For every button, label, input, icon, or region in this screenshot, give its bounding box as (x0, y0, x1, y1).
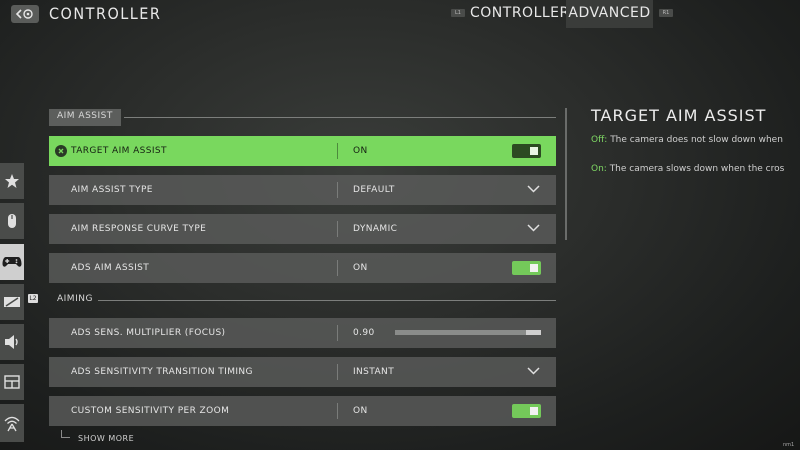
setting-label: ADS SENSITIVITY TRANSITION TIMING (71, 367, 253, 377)
section-aim-assist: AIM ASSIST (49, 109, 121, 126)
setting-aim-response-curve-type[interactable]: AIM RESPONSE CURVE TYPE DYNAMIC (49, 214, 556, 244)
chevron-down-icon[interactable] (527, 367, 540, 375)
sidebar-item-audio[interactable] (0, 324, 24, 360)
detail-off-description: Off: The camera does not slow down when (591, 135, 783, 145)
row-divider (337, 182, 338, 198)
row-divider (337, 221, 338, 237)
sidebar-item-network[interactable] (0, 404, 24, 442)
speaker-icon (5, 335, 18, 349)
toggle-knob (530, 407, 538, 415)
toggle-switch[interactable] (512, 261, 541, 275)
scrollbar[interactable] (565, 108, 567, 240)
section-aiming: AIMING (57, 294, 93, 304)
back-icon (15, 9, 33, 19)
setting-value: ON (353, 146, 368, 156)
interface-icon (4, 375, 20, 389)
setting-value: DYNAMIC (353, 224, 398, 234)
row-divider (337, 260, 338, 276)
sidebar-item-controller[interactable] (0, 244, 24, 280)
back-button[interactable] (11, 5, 39, 23)
setting-target-aim-assist[interactable]: TARGET AIM ASSIST ON (49, 136, 556, 166)
toggle-switch[interactable] (512, 404, 541, 418)
setting-label: ADS AIM ASSIST (71, 263, 150, 273)
detail-off-text: The camera does not slow down when (607, 135, 783, 145)
setting-label: AIM ASSIST TYPE (71, 185, 153, 195)
setting-custom-sensitivity-per-zoom[interactable]: CUSTOM SENSITIVITY PER ZOOM ON (49, 396, 556, 426)
sidebar-item-mouse[interactable] (0, 203, 24, 239)
corner-label: nm1 (783, 442, 795, 448)
setting-ads-transition-timing[interactable]: ADS SENSITIVITY TRANSITION TIMING INSTAN… (49, 357, 556, 387)
toggle-knob (530, 147, 538, 155)
chevron-down-icon[interactable] (527, 224, 540, 232)
tab-hint-r1: R1 (659, 9, 673, 17)
section-divider (98, 300, 556, 301)
sidebar-item-favorites[interactable] (0, 163, 24, 199)
setting-ads-aim-assist[interactable]: ADS AIM ASSIST ON (49, 253, 556, 283)
setting-label: CUSTOM SENSITIVITY PER ZOOM (71, 406, 230, 416)
selected-check-icon (55, 145, 67, 157)
sidebar-badge-l2: L2 (28, 294, 38, 303)
show-more-link[interactable]: SHOW MORE (78, 434, 134, 443)
setting-value: ON (353, 406, 368, 416)
page-title: CONTROLLER (49, 4, 162, 23)
toggle-knob (530, 264, 538, 272)
show-more-bracket (61, 430, 70, 438)
sidebar-item-interface[interactable] (0, 364, 24, 400)
setting-value: ON (353, 263, 368, 273)
row-divider (337, 325, 338, 341)
star-icon (5, 174, 19, 188)
toggle-switch[interactable] (512, 144, 541, 158)
detail-off-key: Off: (591, 135, 608, 145)
gamepad-icon (2, 257, 22, 267)
tab-advanced[interactable]: ADVANCED (566, 0, 653, 28)
slider-fill (395, 330, 527, 335)
top-bar: CONTROLLER L1 CONTROLLER ADVANCED R1 (0, 0, 800, 28)
sensitivity-slider[interactable] (395, 330, 541, 335)
setting-label: AIM RESPONSE CURVE TYPE (71, 224, 207, 234)
tab-hint-l1: L1 (451, 9, 465, 17)
detail-on-text: The camera slows down when the cros (606, 164, 785, 174)
row-divider (337, 364, 338, 380)
section-divider (124, 117, 556, 118)
setting-label: TARGET AIM ASSIST (71, 146, 167, 156)
setting-ads-sens-multiplier[interactable]: ADS SENS. MULTIPLIER (FOCUS) 0.90 (49, 318, 556, 348)
setting-label: ADS SENS. MULTIPLIER (FOCUS) (71, 328, 226, 338)
setting-value: 0.90 (353, 328, 375, 338)
sidebar-item-graphics[interactable] (0, 284, 24, 320)
row-divider (337, 403, 338, 419)
setting-aim-assist-type[interactable]: AIM ASSIST TYPE DEFAULT (49, 175, 556, 205)
setting-value: DEFAULT (353, 185, 395, 195)
detail-title: TARGET AIM ASSIST (591, 106, 767, 125)
display-icon (4, 297, 20, 307)
network-icon (4, 416, 20, 432)
chevron-down-icon[interactable] (527, 185, 540, 193)
detail-on-key: On: (591, 164, 607, 174)
setting-value: INSTANT (353, 367, 395, 377)
detail-on-description: On: The camera slows down when the cros (591, 164, 784, 174)
mouse-icon (8, 214, 16, 228)
tab-controller[interactable]: CONTROLLER (470, 0, 569, 28)
row-divider (337, 143, 338, 159)
